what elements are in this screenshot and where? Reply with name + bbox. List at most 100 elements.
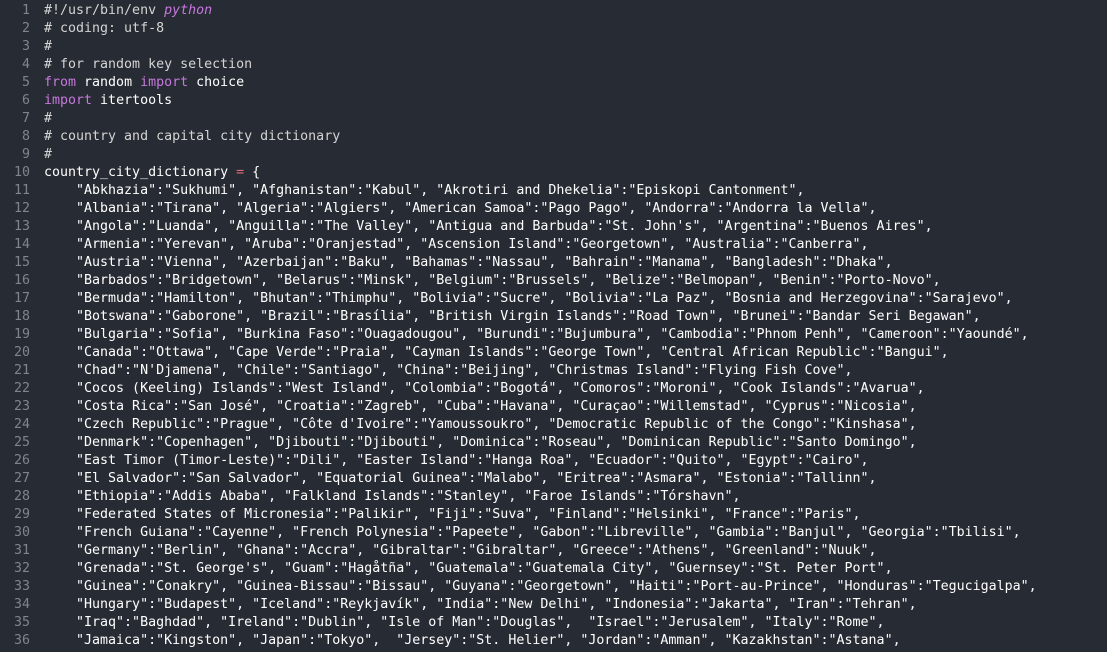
code-editor[interactable]: 1 #!/usr/bin/env python 2 # coding: utf-8 3 #…: [0, 0, 1107, 652]
line-number: 3: [21, 39, 30, 54]
code-line[interactable]: 29 "Federated States of Micronesia":"Pal…: [0, 506, 1107, 524]
line-number: 10: [13, 165, 30, 180]
code-line[interactable]: 22 "Cocos (Keeling) Islands":"West Islan…: [0, 380, 1107, 398]
code-line[interactable]: 14 "Armenia":"Yerevan", "Aruba":"Oranjes…: [0, 236, 1107, 254]
code-text: #: [44, 110, 1107, 128]
code-line[interactable]: 7 #: [0, 110, 1107, 128]
code-line[interactable]: 27 "El Salvador":"San Salvador", "Equato…: [0, 470, 1107, 488]
line-number: 21: [13, 363, 30, 378]
code-line[interactable]: 10 country_city_dictionary = {: [0, 164, 1107, 182]
code-line[interactable]: 18 "Botswana":"Gaborone", "Brazil":"Bras…: [0, 308, 1107, 326]
code-line[interactable]: 1 #!/usr/bin/env python: [0, 2, 1107, 20]
line-number: 17: [13, 291, 30, 306]
code-line[interactable]: 6 import itertools: [0, 92, 1107, 110]
code-line[interactable]: 12 "Albania":"Tirana", "Algeria":"Algier…: [0, 200, 1107, 218]
line-number: 33: [13, 579, 30, 594]
code-line[interactable]: 36 "Jamaica":"Kingston", "Japan":"Tokyo"…: [0, 632, 1107, 650]
code-text: "Bulgaria":"Sofia", "Burkina Faso":"Ouag…: [44, 326, 1107, 344]
code-token: =: [236, 165, 245, 180]
code-token: "El Salvador":"San Salvador", "Equatoria…: [44, 471, 877, 486]
line-number: 9: [21, 147, 30, 162]
line-number: 16: [13, 273, 30, 288]
code-line[interactable]: 3 #: [0, 38, 1107, 56]
code-text: "Germany":"Berlin", "Ghana":"Accra", "Gi…: [44, 542, 1107, 560]
code-line[interactable]: 31 "Germany":"Berlin", "Ghana":"Accra", …: [0, 542, 1107, 560]
code-line[interactable]: 26 "East Timor (Timor-Leste)":"Dili", "E…: [0, 452, 1107, 470]
code-token: "Botswana":"Gaborone", "Brazil":"Brasíli…: [44, 309, 981, 324]
code-token: "Iraq":"Baghdad", "Ireland":"Dublin", "I…: [44, 615, 885, 630]
line-number: 24: [13, 417, 30, 432]
code-token: "Austria":"Vienna", "Azerbaijan":"Baku",…: [44, 255, 893, 270]
code-line[interactable]: 2 # coding: utf-8: [0, 20, 1107, 38]
code-line[interactable]: 4 # for random key selection: [0, 56, 1107, 74]
line-number: 1: [21, 3, 30, 18]
code-token: from: [44, 75, 77, 90]
code-line[interactable]: 5 from random import choice: [0, 74, 1107, 92]
code-token: #: [44, 111, 53, 126]
code-line[interactable]: 17 "Bermuda":"Hamilton", "Bhutan":"Thimp…: [0, 290, 1107, 308]
code-token: import: [44, 93, 93, 108]
code-text: "Hungary":"Budapest", "Iceland":"Reykjav…: [44, 596, 1107, 614]
line-number: 12: [13, 201, 30, 216]
code-token: "East Timor (Timor-Leste)":"Dili", "East…: [44, 453, 869, 468]
code-line[interactable]: 9 #: [0, 146, 1107, 164]
line-number: 28: [13, 489, 30, 504]
line-number: 7: [21, 111, 30, 126]
code-text: "Armenia":"Yerevan", "Aruba":"Oranjestad…: [44, 236, 1107, 254]
code-token: "Albania":"Tirana", "Algeria":"Algiers",…: [44, 201, 877, 216]
code-text: "Angola":"Luanda", "Anguilla":"The Valle…: [44, 218, 1107, 236]
code-token: #!/usr/bin/env: [44, 3, 165, 18]
line-number: 20: [13, 345, 30, 360]
code-text: from random import choice: [44, 74, 1107, 92]
code-token: "Denmark":"Copenhagen", "Djibouti":"Djib…: [44, 435, 917, 450]
code-line[interactable]: 20 "Canada":"Ottawa", "Cape Verde":"Prai…: [0, 344, 1107, 362]
line-number: 19: [13, 327, 30, 342]
code-text: import itertools: [44, 92, 1107, 110]
code-text: "Denmark":"Copenhagen", "Djibouti":"Djib…: [44, 434, 1107, 452]
code-token: "Angola":"Luanda", "Anguilla":"The Valle…: [44, 219, 933, 234]
code-token: choice: [188, 75, 245, 90]
code-line[interactable]: 35 "Iraq":"Baghdad", "Ireland":"Dublin",…: [0, 614, 1107, 632]
code-token: "Grenada":"St. George's", "Guam":"Hagåtñ…: [44, 561, 893, 576]
code-text: "Guinea":"Conakry", "Guinea-Bissau":"Bis…: [44, 578, 1107, 596]
code-line[interactable]: 33 "Guinea":"Conakry", "Guinea-Bissau":"…: [0, 578, 1107, 596]
line-number: 30: [13, 525, 30, 540]
code-text: "Abkhazia":"Sukhumi", "Afghanistan":"Kab…: [44, 182, 1107, 200]
code-line[interactable]: 32 "Grenada":"St. George's", "Guam":"Hag…: [0, 560, 1107, 578]
line-number: 18: [13, 309, 30, 324]
code-line[interactable]: 16 "Barbados":"Bridgetown", "Belarus":"M…: [0, 272, 1107, 290]
code-token: "Chad":"N'Djamena", "Chile":"Santiago", …: [44, 363, 853, 378]
code-token: random: [76, 75, 141, 90]
code-line[interactable]: 24 "Czech Republic":"Prague", "Côte d'Iv…: [0, 416, 1107, 434]
code-text: #: [44, 146, 1107, 164]
code-line[interactable]: 11 "Abkhazia":"Sukhumi", "Afghanistan":"…: [0, 182, 1107, 200]
code-token: "Armenia":"Yerevan", "Aruba":"Oranjestad…: [44, 237, 869, 252]
code-line[interactable]: 13 "Angola":"Luanda", "Anguilla":"The Va…: [0, 218, 1107, 236]
code-line[interactable]: 8 # country and capital city dictionary: [0, 128, 1107, 146]
line-number: 8: [21, 129, 30, 144]
code-token: "Abkhazia":"Sukhumi", "Afghanistan":"Kab…: [44, 183, 805, 198]
code-line[interactable]: 15 "Austria":"Vienna", "Azerbaijan":"Bak…: [0, 254, 1107, 272]
code-token: "French Guiana":"Cayenne", "French Polyn…: [44, 525, 1021, 540]
code-text: "Canada":"Ottawa", "Cape Verde":"Praia",…: [44, 344, 1107, 362]
code-token: {: [244, 165, 261, 180]
code-token: "Czech Republic":"Prague", "Côte d'Ivoir…: [44, 417, 917, 432]
line-number: 27: [13, 471, 30, 486]
line-number: 4: [21, 57, 30, 72]
code-line[interactable]: 21 "Chad":"N'Djamena", "Chile":"Santiago…: [0, 362, 1107, 380]
code-text: "Bermuda":"Hamilton", "Bhutan":"Thimphu"…: [44, 290, 1107, 308]
code-line[interactable]: 34 "Hungary":"Budapest", "Iceland":"Reyk…: [0, 596, 1107, 614]
code-line[interactable]: 30 "French Guiana":"Cayenne", "French Po…: [0, 524, 1107, 542]
code-text: "French Guiana":"Cayenne", "French Polyn…: [44, 524, 1107, 542]
code-text: "Costa Rica":"San José", "Croatia":"Zagr…: [44, 398, 1107, 416]
code-line[interactable]: 19 "Bulgaria":"Sofia", "Burkina Faso":"O…: [0, 326, 1107, 344]
code-line[interactable]: 28 "Ethiopia":"Addis Ababa", "Falkland I…: [0, 488, 1107, 506]
line-number: 29: [13, 507, 30, 522]
code-line[interactable]: 23 "Costa Rica":"San José", "Croatia":"Z…: [0, 398, 1107, 416]
code-token: #: [44, 147, 53, 162]
code-token: # coding: utf-8: [44, 21, 165, 36]
code-text: "Barbados":"Bridgetown", "Belarus":"Mins…: [44, 272, 1107, 290]
code-line[interactable]: 25 "Denmark":"Copenhagen", "Djibouti":"D…: [0, 434, 1107, 452]
line-number: 13: [13, 219, 30, 234]
code-text: "Grenada":"St. George's", "Guam":"Hagåtñ…: [44, 560, 1107, 578]
